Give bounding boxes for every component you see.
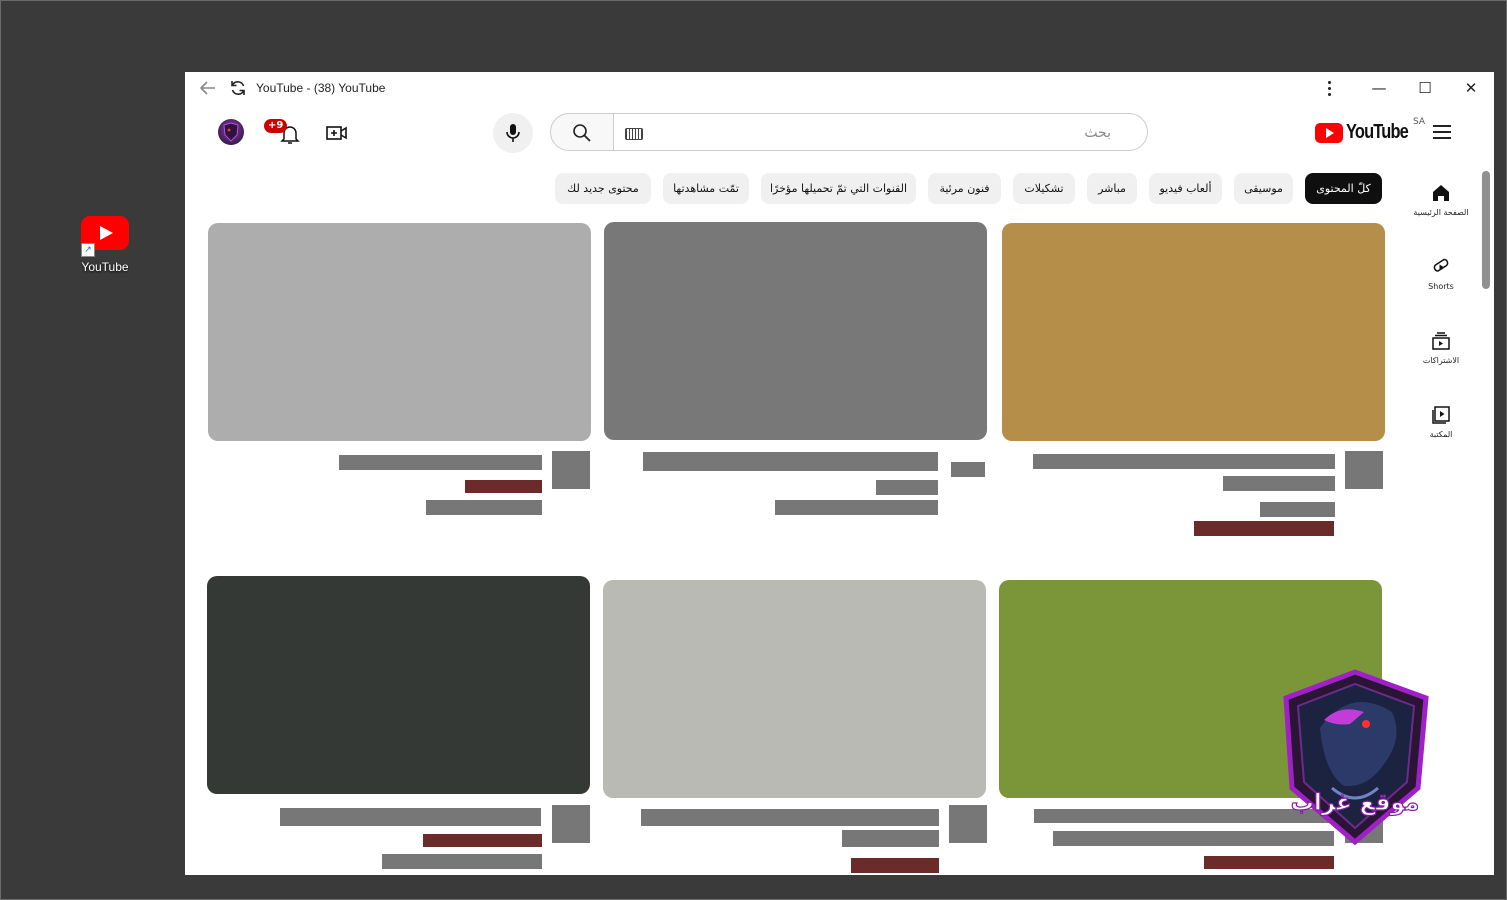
youtube-logo-icon (1315, 123, 1343, 143)
video-title-placeholder[interactable] (643, 452, 938, 471)
channel-name-placeholder (876, 480, 938, 495)
channel-avatar-placeholder[interactable] (1345, 451, 1383, 489)
microphone-icon (506, 124, 520, 142)
guide-label: الصفحة الرئيسية (1413, 208, 1469, 217)
guide-item-library[interactable]: المكتبة (1411, 405, 1471, 439)
guide-item-home[interactable]: الصفحة الرئيسية (1411, 183, 1471, 217)
create-video-icon[interactable] (326, 124, 348, 146)
menu-icon[interactable] (1433, 125, 1451, 139)
video-thumbnail[interactable] (604, 222, 987, 440)
library-icon (1432, 406, 1450, 424)
scrollbar[interactable] (1482, 169, 1490, 875)
voice-search-button[interactable] (493, 113, 533, 153)
desktop-icon-label: YouTube (81, 260, 129, 274)
guide-label: الاشتراكات (1422, 356, 1460, 365)
chip-recently-uploaded[interactable]: القنوات التي تمّ تحميلها مؤخرًا (761, 173, 916, 204)
video-thumbnail[interactable] (207, 576, 590, 794)
search-icon (573, 124, 591, 142)
watermark-logo: موقع غراب (1280, 668, 1430, 846)
video-meta-placeholder (775, 500, 938, 515)
desktop-shortcut-youtube[interactable]: ↗ YouTube (72, 212, 138, 274)
minimize-button[interactable]: — (1364, 77, 1394, 99)
channel-avatar-placeholder[interactable] (552, 451, 590, 489)
channel-name-placeholder (1260, 502, 1335, 517)
back-arrow-icon[interactable] (199, 79, 219, 99)
video-title-placeholder[interactable] (280, 808, 541, 826)
country-code: SA (1413, 117, 1426, 127)
title-bar: YouTube - (38) YouTube — ☐ ✕ (185, 72, 1494, 106)
subscriptions-icon (1432, 332, 1450, 350)
chip-visual-arts[interactable]: فنون مرئية (928, 173, 1001, 204)
chip-live[interactable]: مباشر (1087, 173, 1137, 204)
avatar[interactable] (218, 119, 244, 145)
video-meta-placeholder (1204, 856, 1334, 869)
shortcut-arrow-icon: ↗ (81, 243, 95, 257)
guide-label: Shorts (1428, 282, 1454, 291)
logo-text: YouTube (1346, 121, 1409, 143)
chip-watched[interactable]: تمّت مشاهدتها (663, 173, 749, 204)
chip-mixes[interactable]: تشكيلات (1013, 173, 1075, 204)
close-button[interactable]: ✕ (1456, 77, 1486, 99)
guide-label: المكتبة (1429, 430, 1453, 439)
maximize-button[interactable]: ☐ (1410, 77, 1440, 99)
video-title-placeholder[interactable] (641, 809, 939, 826)
guide-item-subscriptions[interactable]: الاشتراكات (1411, 331, 1471, 365)
channel-avatar-placeholder[interactable] (949, 805, 987, 843)
video-meta-placeholder (382, 854, 542, 869)
chip-video-games[interactable]: ألعاب فيديو (1149, 173, 1222, 204)
video-meta-placeholder (1194, 521, 1334, 536)
reload-icon[interactable] (229, 79, 249, 99)
video-thumbnail[interactable] (1002, 223, 1385, 441)
video-thumbnail[interactable] (208, 223, 591, 441)
video-meta-placeholder (426, 500, 542, 515)
video-thumbnail[interactable] (603, 580, 986, 798)
keyboard-icon[interactable] (625, 128, 643, 140)
video-title-placeholder[interactable] (339, 455, 542, 470)
home-icon (1433, 185, 1449, 201)
chip-new-to-you[interactable]: محتوى جديد لك (555, 173, 651, 204)
video-meta-placeholder (851, 858, 939, 873)
channel-avatar-placeholder[interactable] (951, 462, 985, 477)
channel-avatar-placeholder[interactable] (552, 805, 590, 843)
shorts-icon (1433, 258, 1449, 272)
guide-item-shorts[interactable]: Shorts (1411, 257, 1471, 291)
search-button[interactable] (550, 113, 614, 151)
search-input[interactable] (629, 114, 1113, 152)
scrollbar-thumb[interactable] (1482, 171, 1490, 289)
channel-name-placeholder (423, 834, 542, 847)
watermark-text: موقع غراب (1291, 790, 1419, 816)
kebab-menu-icon[interactable] (1321, 78, 1337, 100)
video-title-placeholder[interactable] (1033, 454, 1335, 469)
video-title-placeholder[interactable] (1223, 476, 1335, 491)
channel-name-placeholder (465, 480, 542, 493)
channel-name-placeholder (842, 830, 939, 847)
search-box (613, 113, 1148, 152)
notifications-badge: +9 (264, 119, 288, 133)
chip-all[interactable]: كلّ المحتوى (1305, 173, 1382, 204)
window-title: YouTube - (38) YouTube (256, 81, 386, 95)
chip-music[interactable]: موسيقى (1234, 173, 1293, 204)
